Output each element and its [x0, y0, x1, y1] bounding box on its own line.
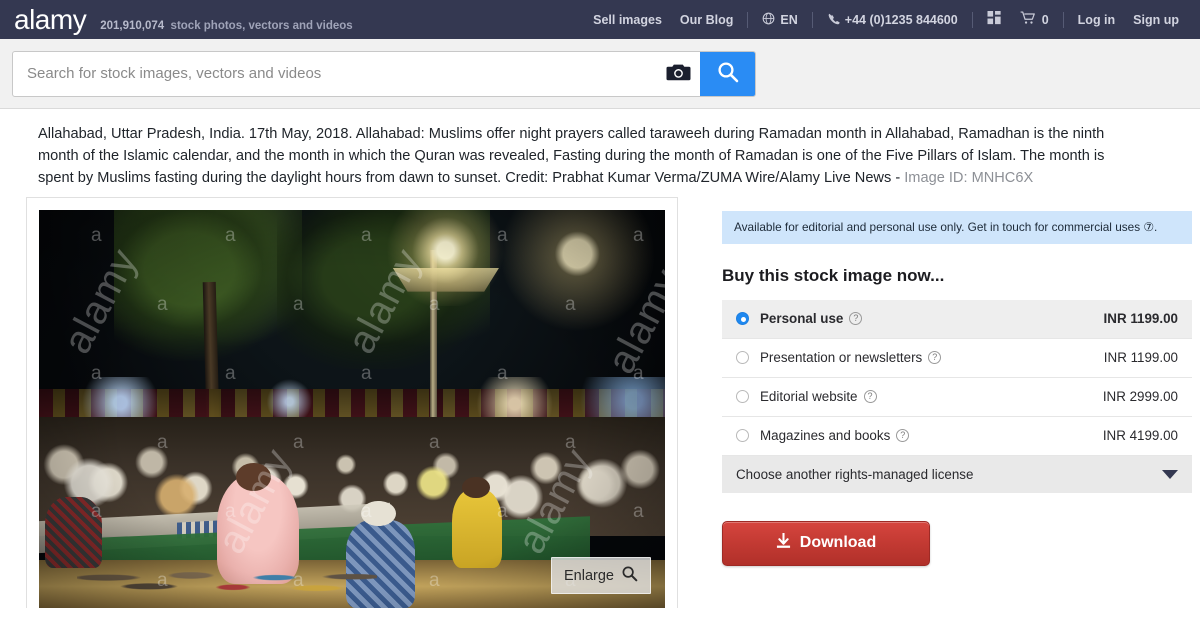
license-option-price: INR 1199.00	[1103, 350, 1178, 366]
radio-icon[interactable]	[736, 429, 749, 443]
download-button[interactable]: Download	[722, 520, 930, 566]
help-icon[interactable]: ?	[896, 429, 910, 443]
nav-our-blog[interactable]: Our Blog	[671, 13, 742, 27]
asset-count: 201,910,074	[100, 19, 165, 32]
nav-language-selector[interactable]: EN	[753, 12, 806, 28]
nav-lightbox[interactable]	[978, 11, 1011, 28]
search-input[interactable]	[13, 51, 656, 96]
nav-our-blog-link[interactable]: Our Blog	[680, 13, 733, 27]
log-in-link[interactable]: Log in	[1078, 13, 1116, 27]
cart-icon	[1020, 11, 1037, 28]
visual-search-button[interactable]	[656, 51, 700, 96]
top-nav-links: Sell images Our Blog EN +44 (0)1235 8446…	[584, 11, 1188, 28]
license-option-label-wrap: Presentation or newsletters ?	[760, 350, 942, 366]
nav-divider-2	[811, 11, 813, 28]
license-option-magazines-and-books[interactable]: Magazines and books ? INR 4199.00	[722, 417, 1192, 456]
nav-sell-images[interactable]: Sell images	[584, 13, 671, 27]
nav-log-in[interactable]: Log in	[1069, 13, 1125, 27]
image-id: Image ID: MNHC6X	[904, 170, 1034, 186]
purchase-panel: Available for editorial and personal use…	[722, 197, 1192, 608]
photo-worshipper-pink-head	[236, 462, 272, 491]
brand[interactable]: alamy 201,910,074 stock photos, vectors …	[14, 5, 353, 34]
download-label: Download	[799, 534, 877, 552]
help-icon[interactable]: ?	[849, 312, 863, 326]
license-option-label-wrap: Magazines and books ?	[760, 428, 910, 444]
alamy-logo[interactable]: alamy	[14, 5, 87, 34]
help-icon[interactable]: ?	[928, 351, 942, 365]
image-description: Allahabad, Uttar Pradesh, India. 17th Ma…	[0, 109, 1160, 197]
camera-icon	[666, 62, 691, 85]
site-tagline: 201,910,074 stock photos, vectors and vi…	[100, 20, 352, 32]
stock-photo[interactable]: a a a a a a a a a a a a a a a a a a a a …	[39, 210, 665, 608]
license-option-label: Personal use	[760, 311, 844, 327]
buy-section-title: Buy this stock image now...	[722, 265, 945, 285]
nav-phone-number[interactable]: +44 (0)1235 844600	[845, 13, 958, 27]
nav-sign-up[interactable]: Sign up	[1124, 13, 1188, 27]
cart-count: 0	[1041, 12, 1049, 27]
photo-lamp-glow	[383, 210, 509, 306]
license-option-label: Magazines and books	[760, 428, 891, 444]
nav-divider-4	[1062, 11, 1064, 28]
license-option-price: INR 4199.00	[1102, 428, 1178, 444]
search-bar-region	[0, 39, 1200, 109]
download-icon	[776, 531, 791, 554]
photo-worshipper-red	[45, 496, 102, 569]
top-navigation-bar: alamy 201,910,074 stock photos, vectors …	[0, 0, 1200, 39]
sign-up-link[interactable]: Sign up	[1133, 13, 1179, 27]
radio-icon[interactable]	[736, 312, 749, 326]
photo-worshipper-yellow	[452, 488, 503, 569]
nav-cart[interactable]: 0	[1011, 11, 1058, 28]
rights-managed-dropdown[interactable]: Choose another rights-managed license	[722, 455, 1192, 493]
search-submit-button[interactable]	[700, 51, 755, 96]
globe-icon	[762, 12, 775, 28]
photo-sandals	[76, 560, 378, 604]
help-icon[interactable]: ?	[863, 390, 877, 404]
magnifier-icon	[621, 565, 638, 586]
radio-icon[interactable]	[736, 351, 749, 365]
tagline-text: stock photos, vectors and videos	[170, 19, 353, 32]
rights-managed-label: Choose another rights-managed license	[736, 466, 974, 482]
grid-icon	[987, 11, 1002, 28]
phone-icon	[827, 12, 840, 28]
nav-divider-1	[747, 11, 749, 28]
license-option-editorial-website[interactable]: Editorial website ? INR 2999.00	[722, 378, 1192, 417]
main-content: a a a a a a a a a a a a a a a a a a a a …	[0, 197, 1200, 608]
license-option-presentation-or-newsletters[interactable]: Presentation or newsletters ? INR 1199.0…	[722, 339, 1192, 378]
license-option-personal-use[interactable]: Personal use ? INR 1199.00	[722, 299, 1192, 339]
search-icon	[716, 60, 740, 87]
chevron-down-icon	[1162, 469, 1178, 479]
license-option-label-wrap: Personal use ?	[760, 311, 863, 327]
image-panel: a a a a a a a a a a a a a a a a a a a a …	[26, 197, 678, 608]
license-option-label: Presentation or newsletters	[760, 350, 923, 366]
nav-divider-3	[971, 11, 973, 28]
enlarge-label: Enlarge	[564, 567, 614, 584]
nav-language-label[interactable]: EN	[780, 13, 797, 27]
search-box[interactable]	[12, 50, 756, 97]
editorial-use-notice: Available for editorial and personal use…	[722, 211, 1192, 244]
license-option-price: INR 2999.00	[1102, 389, 1178, 405]
enlarge-button[interactable]: Enlarge	[551, 557, 651, 594]
photo-worshipper-yellow-head	[462, 476, 490, 499]
nav-phone[interactable]: +44 (0)1235 844600	[818, 12, 967, 28]
radio-icon[interactable]	[736, 390, 749, 404]
license-option-label-wrap: Editorial website ?	[760, 389, 877, 404]
license-option-label: Editorial website	[760, 389, 858, 405]
license-option-price: INR 1199.00	[1103, 311, 1178, 327]
nav-sell-images-link[interactable]: Sell images	[593, 13, 662, 27]
